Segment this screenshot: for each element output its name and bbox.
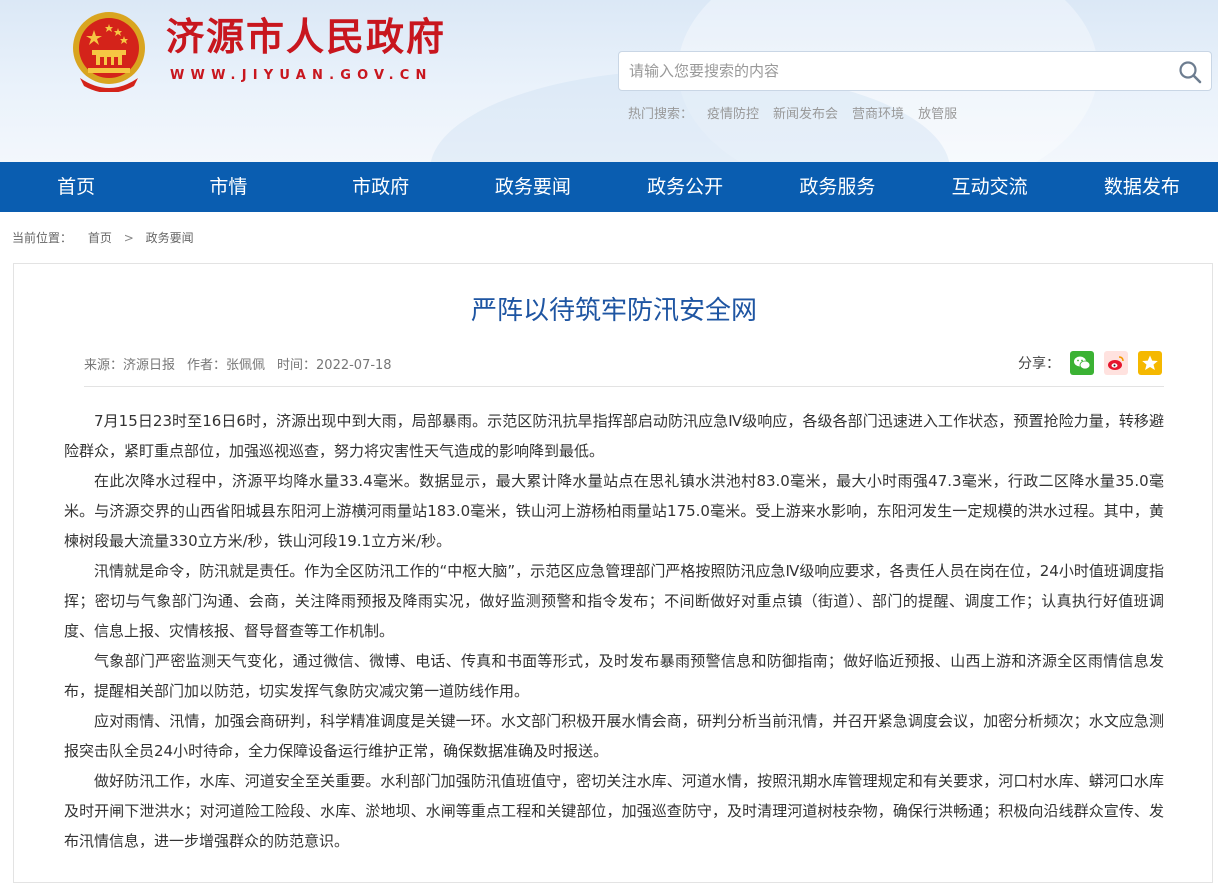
article-paragraph: 气象部门严密监测天气变化，通过微信、微博、电话、传真和书面等形式，及时发布暴雨预… — [64, 652, 1164, 700]
article-author: 作者：张佩佩 — [187, 358, 266, 373]
breadcrumb: 当前位置： 首页 > 政务要闻 — [0, 212, 1218, 264]
nav-news[interactable]: 政务要闻 — [457, 162, 609, 212]
article-meta: 来源：济源日报 作者：张佩佩 时间：2022-07-18 — [84, 354, 392, 373]
search-icon[interactable] — [1177, 59, 1203, 85]
hot-link-reform[interactable]: 放管服 — [918, 103, 957, 122]
hot-search: 热门搜索： 疫情防控 新闻发布会 营商环境 放管服 — [628, 103, 957, 122]
article-paragraph: 汛情就是命令，防汛就是责任。作为全区防汛工作的“中枢大脑”，示范区应急管理部门严… — [64, 562, 1164, 640]
national-emblem-icon — [73, 12, 145, 92]
site-header: 济源市人民政府 WWW.JIYUAN.GOV.CN 热门搜索： 疫情防控 新闻发… — [0, 0, 1218, 162]
search-input[interactable] — [629, 52, 1169, 90]
main-nav: 首页 市情 市政府 政务要闻 政务公开 政务服务 互动交流 数据发布 — [0, 162, 1218, 212]
nav-data[interactable]: 数据发布 — [1066, 162, 1218, 212]
qzone-share-button[interactable] — [1138, 351, 1162, 375]
meta-divider — [84, 386, 1164, 387]
site-title: 济源市人民政府 — [166, 15, 447, 59]
search-box — [618, 51, 1212, 91]
nav-disclosure[interactable]: 政务公开 — [609, 162, 761, 212]
article-title: 严阵以待筑牢防汛安全网 — [470, 296, 757, 326]
breadcrumb-separator: > — [123, 231, 134, 245]
nav-interaction[interactable]: 互动交流 — [914, 162, 1066, 212]
article-time: 时间：2022-07-18 — [277, 358, 392, 373]
article-paragraph: 7月15日23时至16日6时，济源出现中到大雨，局部暴雨。示范区防汛抗旱指挥部启… — [64, 412, 1164, 460]
breadcrumb-label: 当前位置： — [12, 231, 73, 245]
nav-services[interactable]: 政务服务 — [761, 162, 913, 212]
article-body: 7月15日23时至16日6时，济源出现中到大雨，局部暴雨。示范区防汛抗旱指挥部启… — [64, 406, 1164, 856]
hot-link-press[interactable]: 新闻发布会 — [773, 103, 838, 122]
hot-search-label: 热门搜索： — [628, 107, 694, 122]
hot-link-epidemic[interactable]: 疫情防控 — [707, 103, 759, 122]
article-paragraph: 在此次降水过程中，济源平均降水量33.4毫米。数据显示，最大累计降水量站点在思礼… — [64, 472, 1164, 550]
site-url: WWW.JIYUAN.GOV.CN — [170, 68, 433, 83]
weibo-icon — [1108, 356, 1124, 370]
nav-government[interactable]: 市政府 — [305, 162, 457, 212]
star-icon — [1142, 355, 1158, 370]
share-bar: 分享： — [1018, 351, 1162, 375]
wechat-icon — [1074, 356, 1091, 370]
article-source: 来源：济源日报 — [84, 358, 176, 373]
wechat-share-button[interactable] — [1070, 351, 1094, 375]
hot-link-business[interactable]: 营商环境 — [852, 103, 904, 122]
nav-home[interactable]: 首页 — [0, 162, 152, 212]
breadcrumb-news[interactable]: 政务要闻 — [146, 231, 194, 245]
weibo-share-button[interactable] — [1104, 351, 1128, 375]
article-paragraph: 做好防汛工作，水库、河道安全至关重要。水利部门加强防汛值班值守，密切关注水库、河… — [64, 772, 1164, 850]
breadcrumb-home[interactable]: 首页 — [88, 231, 112, 245]
article-container: 严阵以待筑牢防汛安全网 来源：济源日报 作者：张佩佩 时间：2022-07-18… — [13, 263, 1213, 883]
nav-city-info[interactable]: 市情 — [152, 162, 304, 212]
share-label: 分享： — [1018, 356, 1060, 372]
article-paragraph: 应对雨情、汛情，加强会商研判，科学精准调度是关键一环。水文部门积极开展水情会商，… — [64, 712, 1164, 760]
